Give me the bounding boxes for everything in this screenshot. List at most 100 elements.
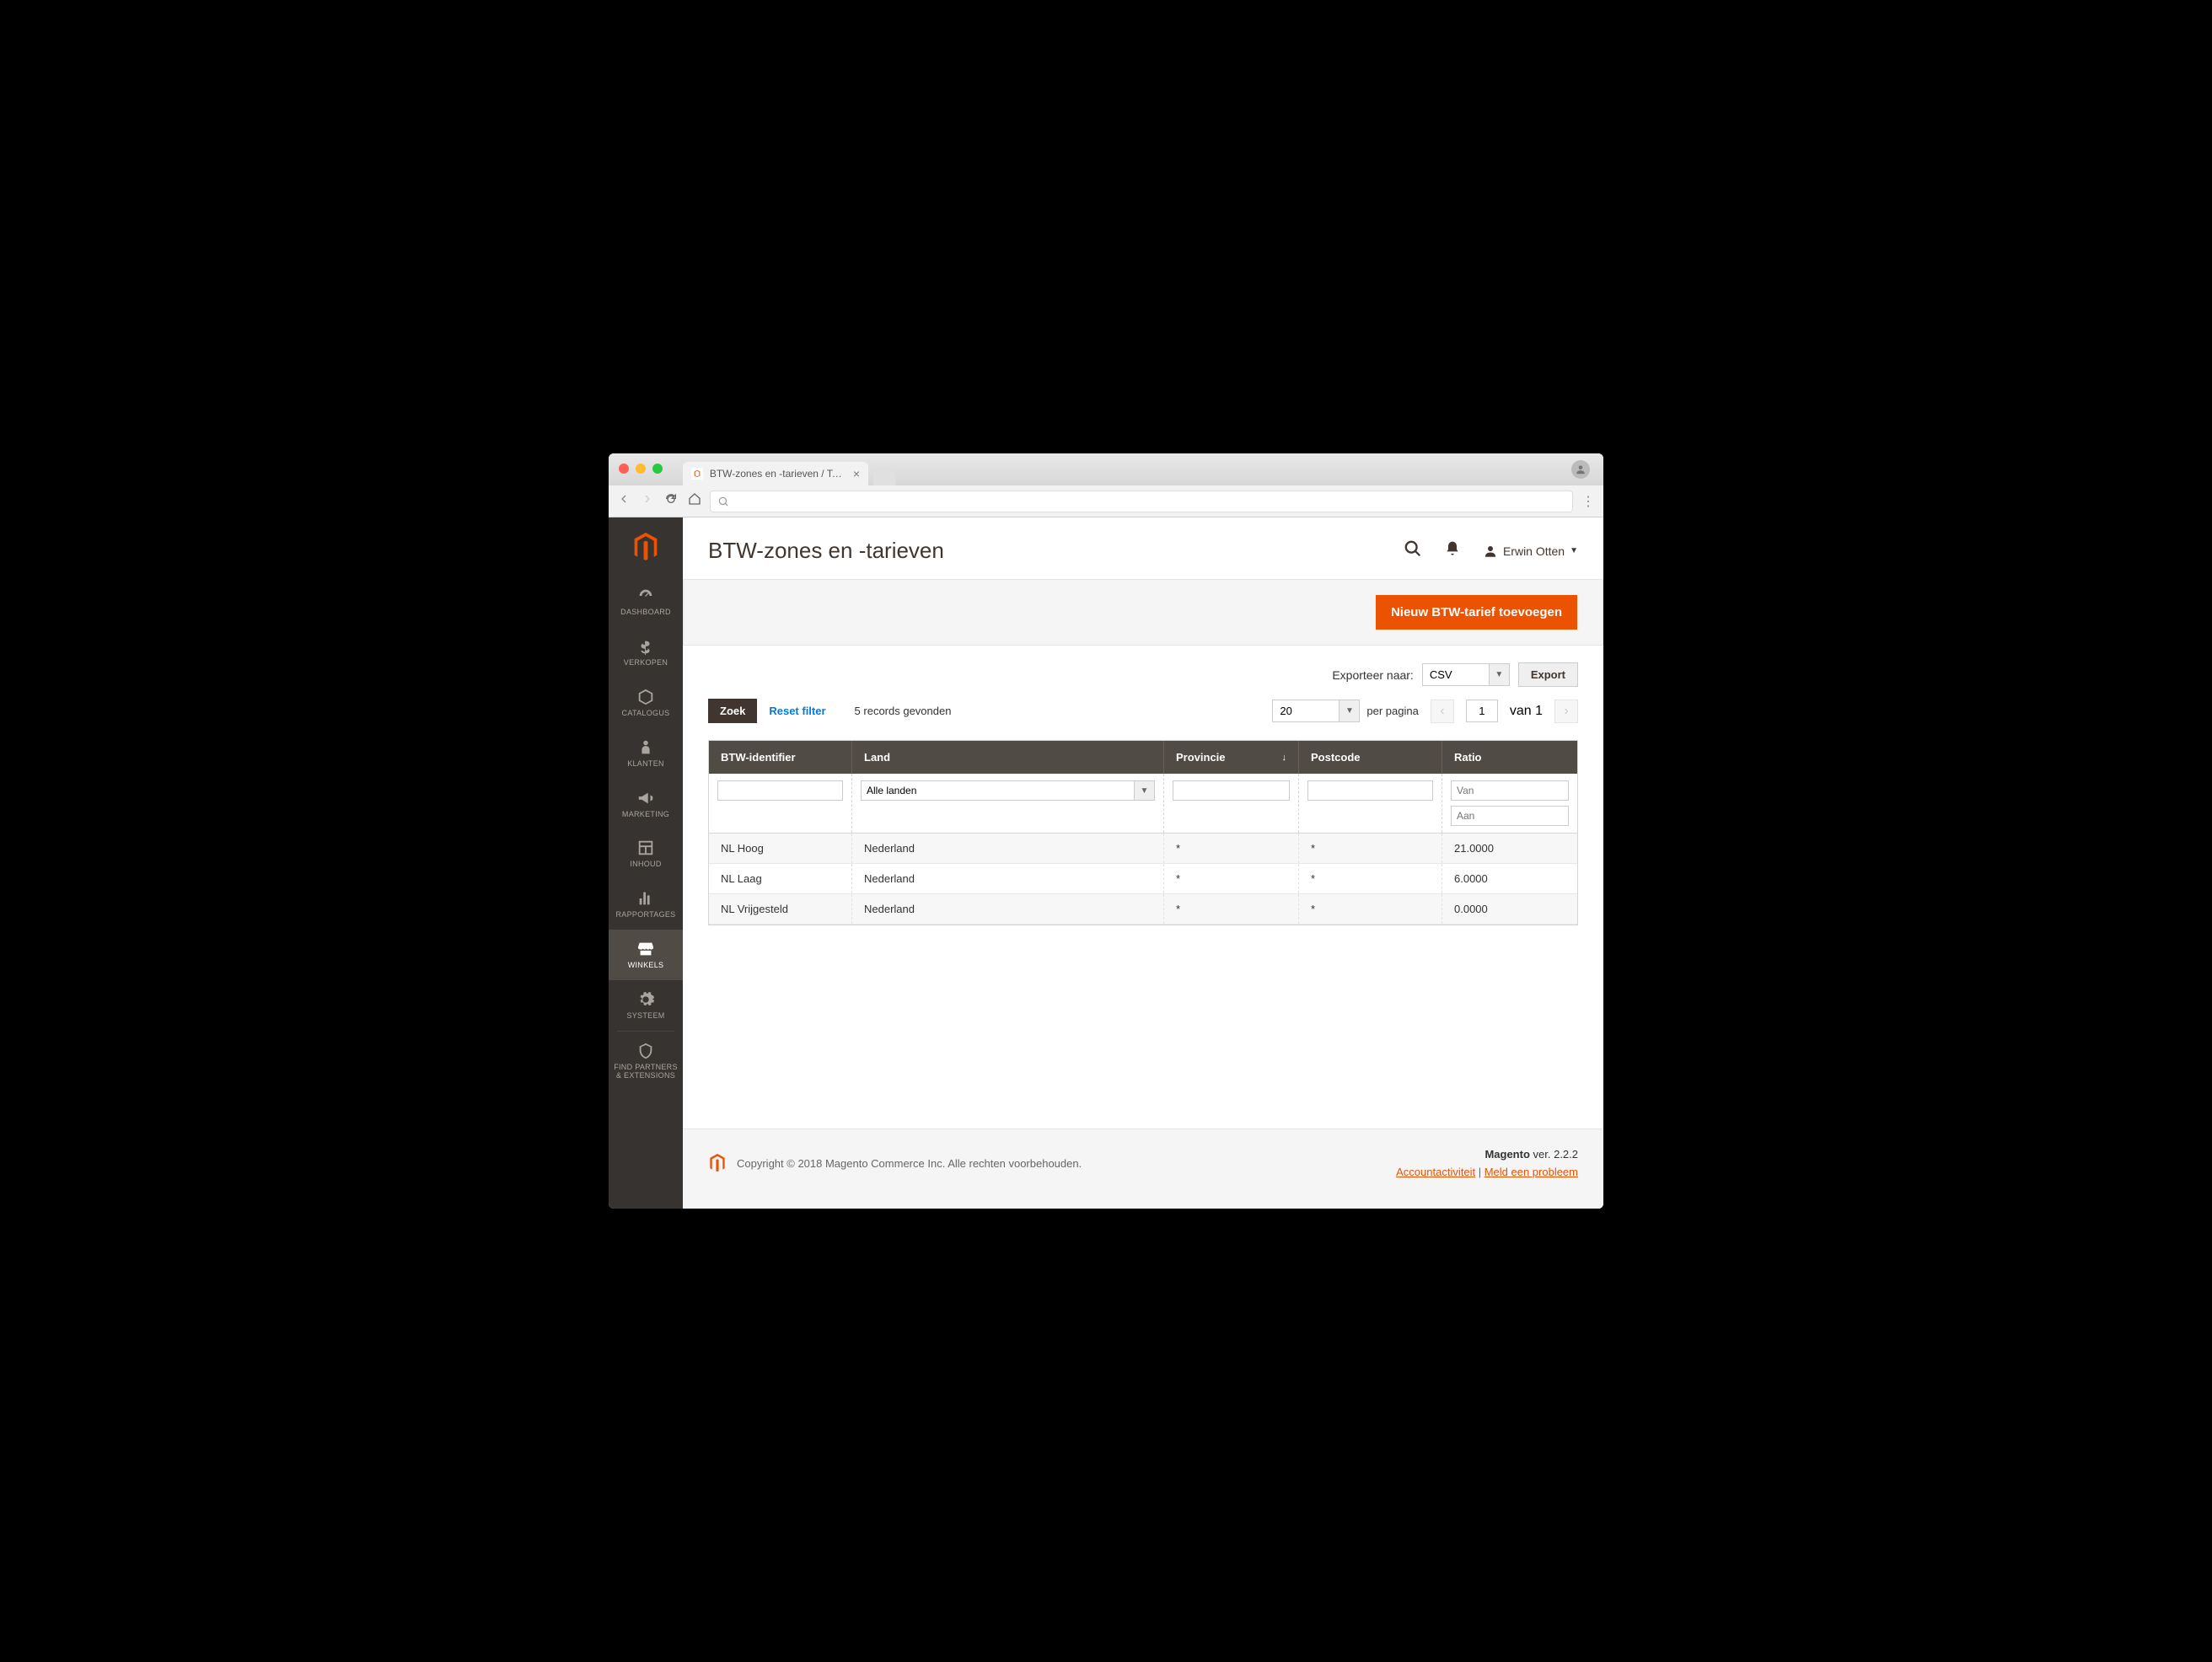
grid-filter-row: Alle landen ▼	[709, 774, 1577, 834]
home-button[interactable]	[688, 492, 701, 510]
per-page-select[interactable]: 20 ▼	[1272, 700, 1360, 722]
grid-controls: Zoek Reset filter 5 records gevonden 20 …	[708, 699, 1578, 723]
minimize-window-button[interactable]	[636, 464, 646, 474]
sidebar-item-partners[interactable]: FIND PARTNERS & EXTENSIONS	[609, 1032, 683, 1091]
sidebar-item-rapportages[interactable]: RAPPORTAGES	[609, 879, 683, 930]
column-header-identifier[interactable]: BTW-identifier	[709, 741, 852, 774]
export-label: Exporteer naar:	[1332, 668, 1414, 682]
user-name: Erwin Otten	[1503, 544, 1565, 558]
prev-page-button[interactable]: ‹	[1431, 700, 1454, 723]
grid-body: NL Hoog Nederland * * 21.0000 NL Laag Ne…	[709, 834, 1577, 925]
copyright-text: Copyright © 2018 Magento Commerce Inc. A…	[737, 1157, 1082, 1170]
filter-ratio-to-input[interactable]	[1451, 806, 1569, 826]
column-header-land[interactable]: Land	[852, 741, 1164, 774]
filter-identifier-input[interactable]	[717, 780, 843, 801]
sidebar-item-verkopen[interactable]: VERKOPEN	[609, 627, 683, 678]
magento-logo-icon[interactable]	[609, 517, 683, 576]
search-button[interactable]	[1404, 539, 1422, 562]
page-total: van 1	[1510, 704, 1543, 719]
cell-identifier: NL Hoog	[709, 834, 852, 863]
caret-down-icon: ▼	[1340, 700, 1360, 722]
reset-filter-button[interactable]: Reset filter	[769, 705, 825, 717]
grid-header-row: BTW-identifier Land Provincie↓ Postcode …	[709, 741, 1577, 774]
cell-postcode: *	[1299, 834, 1442, 863]
cell-land: Nederland	[852, 834, 1164, 863]
main-content: BTW-zones en -tarieven Erwin Otten ▼	[683, 517, 1603, 1209]
page-footer: Copyright © 2018 Magento Commerce Inc. A…	[683, 1129, 1603, 1209]
sidebar-item-klanten[interactable]: KLANTEN	[609, 728, 683, 779]
close-window-button[interactable]	[619, 464, 629, 474]
filter-postcode-input[interactable]	[1307, 780, 1433, 801]
user-icon	[1483, 544, 1498, 559]
address-bar[interactable]	[710, 491, 1573, 512]
close-tab-icon[interactable]: ×	[853, 467, 860, 480]
export-button[interactable]: Export	[1518, 662, 1578, 687]
admin-sidebar: DASHBOARD VERKOPEN CATALOGUS KLANTEN MAR…	[609, 517, 683, 1209]
sidebar-item-dashboard[interactable]: DASHBOARD	[609, 576, 683, 627]
browser-toolbar: ⋮	[609, 485, 1603, 517]
cell-identifier: NL Vrijgesteld	[709, 894, 852, 924]
account-activity-link[interactable]: Accountactiviteit	[1396, 1166, 1475, 1178]
profile-avatar-icon[interactable]	[1571, 460, 1590, 479]
cell-identifier: NL Laag	[709, 864, 852, 893]
favicon-icon	[691, 468, 703, 480]
cell-ratio: 0.0000	[1442, 894, 1577, 924]
export-format-select[interactable]: CSV ▼	[1422, 663, 1510, 686]
cell-provincie: *	[1164, 864, 1299, 893]
new-tab-button[interactable]	[873, 467, 895, 485]
back-button[interactable]	[617, 492, 631, 510]
browser-menu-button[interactable]: ⋮	[1581, 493, 1595, 510]
page-title: BTW-zones en -tarieven	[708, 538, 944, 564]
sidebar-item-winkels[interactable]: WINKELS	[609, 930, 683, 980]
tab-title: BTW-zones en -tarieven / Taxe	[710, 468, 846, 480]
export-controls: Exporteer naar: CSV ▼ Export	[708, 662, 1578, 687]
cell-ratio: 21.0000	[1442, 834, 1577, 863]
notifications-icon[interactable]	[1444, 540, 1461, 561]
cell-postcode: *	[1299, 864, 1442, 893]
forward-button[interactable]	[641, 492, 654, 510]
add-tax-rate-button[interactable]: Nieuw BTW-tarief toevoegen	[1376, 595, 1577, 630]
column-header-provincie[interactable]: Provincie↓	[1164, 741, 1299, 774]
per-page-label: per pagina	[1366, 705, 1418, 717]
cell-ratio: 6.0000	[1442, 864, 1577, 893]
sidebar-item-systeem[interactable]: SYSTEEM	[609, 980, 683, 1031]
browser-tab-strip: BTW-zones en -tarieven / Taxe ×	[609, 453, 1603, 485]
table-row[interactable]: NL Laag Nederland * * 6.0000	[709, 864, 1577, 894]
user-menu[interactable]: Erwin Otten ▼	[1483, 544, 1578, 559]
window-controls	[619, 464, 663, 474]
sort-arrow-icon: ↓	[1282, 753, 1287, 763]
version-text: Magento ver. 2.2.2	[1396, 1148, 1578, 1161]
filter-provincie-input[interactable]	[1173, 780, 1290, 801]
search-button[interactable]: Zoek	[708, 699, 757, 723]
cell-land: Nederland	[852, 894, 1164, 924]
filter-ratio-from-input[interactable]	[1451, 780, 1569, 801]
report-problem-link[interactable]: Meld een probleem	[1485, 1166, 1578, 1178]
search-icon	[717, 496, 729, 507]
magento-logo-icon	[708, 1154, 727, 1172]
table-row[interactable]: NL Vrijgesteld Nederland * * 0.0000	[709, 894, 1577, 925]
caret-down-icon: ▼	[1135, 780, 1155, 801]
data-grid: BTW-identifier Land Provincie↓ Postcode …	[708, 740, 1578, 925]
next-page-button[interactable]: ›	[1554, 700, 1578, 723]
column-header-ratio[interactable]: Ratio	[1442, 741, 1577, 774]
page-number-input[interactable]	[1466, 700, 1498, 722]
browser-tab[interactable]: BTW-zones en -tarieven / Taxe ×	[683, 462, 868, 485]
cell-land: Nederland	[852, 864, 1164, 893]
caret-down-icon: ▼	[1490, 663, 1510, 686]
filter-land-select[interactable]: Alle landen ▼	[861, 780, 1155, 801]
cell-provincie: *	[1164, 834, 1299, 863]
page-header: BTW-zones en -tarieven Erwin Otten ▼	[683, 517, 1603, 572]
caret-down-icon: ▼	[1570, 546, 1578, 555]
sidebar-item-marketing[interactable]: MARKETING	[609, 779, 683, 829]
action-bar: Nieuw BTW-tarief toevoegen	[683, 579, 1603, 646]
cell-postcode: *	[1299, 894, 1442, 924]
reload-button[interactable]	[664, 492, 678, 510]
maximize-window-button[interactable]	[652, 464, 663, 474]
sidebar-item-catalogus[interactable]: CATALOGUS	[609, 678, 683, 728]
sidebar-item-inhoud[interactable]: INHOUD	[609, 828, 683, 879]
cell-provincie: *	[1164, 894, 1299, 924]
column-header-postcode[interactable]: Postcode	[1299, 741, 1442, 774]
record-count: 5 records gevonden	[855, 705, 952, 717]
table-row[interactable]: NL Hoog Nederland * * 21.0000	[709, 834, 1577, 864]
browser-window: BTW-zones en -tarieven / Taxe × ⋮	[609, 453, 1603, 1209]
